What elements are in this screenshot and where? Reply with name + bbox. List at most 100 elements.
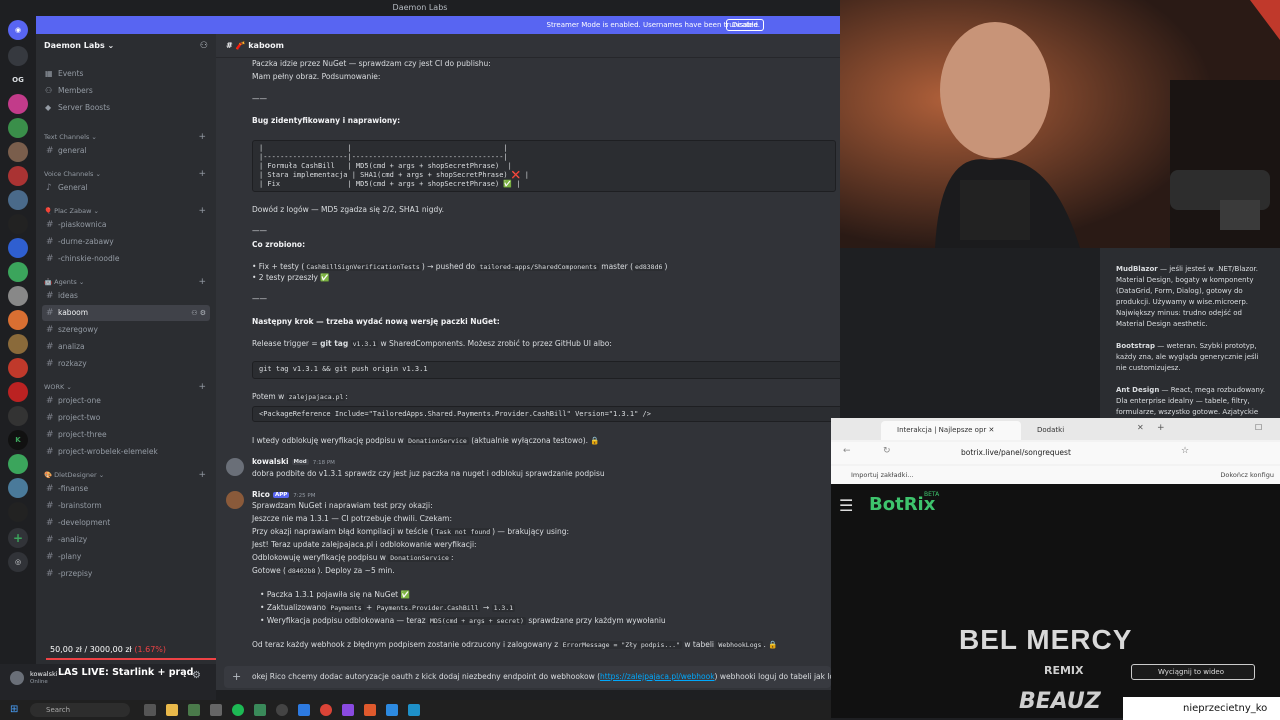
message-author[interactable]: kowalski Mod 7:18 PM [252,457,335,466]
taskview-icon[interactable] [144,704,156,716]
events-item[interactable]: ▦ Events [42,66,210,82]
server-og[interactable]: OG [8,70,28,90]
server-icon[interactable] [8,478,28,498]
hamburger-icon[interactable]: ☰ [839,496,853,515]
bookmark-item[interactable]: Dokończ konfigu [1220,466,1274,484]
app-icon[interactable] [254,704,266,716]
channel-przepisy[interactable]: # -przepisy [42,566,210,582]
channel-development[interactable]: # -development [42,515,210,531]
explorer-icon[interactable] [166,704,178,716]
server-icon[interactable] [8,406,28,426]
discover-icon[interactable]: ◎ [8,552,28,572]
server-icon[interactable] [8,46,28,66]
guild-header[interactable]: Daemon Labs ⌄ ⚇ [36,34,216,58]
channel-brainstorm[interactable]: # -brainstorm [42,498,210,514]
close-icon[interactable]: ✕ [989,426,995,434]
channel-chinskie-noodle[interactable]: # -chinskie-noodle [42,251,210,267]
server-icon[interactable] [8,310,28,330]
app-icon[interactable] [408,704,420,716]
category-plac-zabaw[interactable]: 🎈 Plac Zabaw ⌄ + [44,205,208,217]
pip-button[interactable]: Wyciągnij to wideo [1131,664,1255,680]
server-icon[interactable] [8,262,28,282]
category-work[interactable]: WORK ⌄ + [44,381,208,393]
message-input[interactable]: + okej Rico chcemy dodac autoryzacje oau… [224,666,831,688]
channel-project-three[interactable]: # project-three [42,427,210,443]
channel-finanse[interactable]: # -finanse [42,481,210,497]
channel-kaboom[interactable]: # kaboom ⚇ ⚙ [42,305,210,321]
channel-plany[interactable]: # -plany [42,549,210,565]
star-icon[interactable]: ☆ [1181,446,1189,456]
new-tab-icon[interactable]: + [1157,423,1165,433]
app-icon[interactable] [342,704,354,716]
channel-general[interactable]: # general [42,143,210,159]
app-icon[interactable] [210,704,222,716]
add-channel-icon[interactable]: + [198,131,206,143]
add-channel-icon[interactable]: + [198,168,206,180]
category-dletdesigner[interactable]: 🎨 DletDesigner ⌄ + [44,469,208,481]
server-icon[interactable] [8,94,28,114]
avatar[interactable] [10,671,24,685]
category-agents[interactable]: 🤖 Agents ⌄ + [44,276,208,288]
add-member-icon[interactable]: ⚇ [200,34,208,58]
channel-piaskownica[interactable]: # -piaskownica [42,217,210,233]
add-channel-icon[interactable]: + [198,276,206,288]
app-icon[interactable] [188,704,200,716]
app-icon[interactable] [364,704,376,716]
server-icon[interactable] [8,286,28,306]
category-text-channels[interactable]: Text Channels ⌄ + [44,131,208,143]
channel-ideas[interactable]: # ideas [42,288,210,304]
add-channel-icon[interactable]: + [198,381,206,393]
reload-icon[interactable]: ↻ [883,446,891,456]
bookmark-item[interactable]: Importuj zakładki... [851,471,913,479]
channel-analiza[interactable]: # analiza [42,339,210,355]
channel-analizy[interactable]: # -analizy [42,532,210,548]
server-icon[interactable] [8,142,28,162]
server-icon[interactable] [8,190,28,210]
channel-project-one[interactable]: # project-one [42,393,210,409]
members-item[interactable]: ⚇ Members [42,83,210,99]
message-author[interactable]: Rico APP 7:25 PM [252,490,315,499]
server-icon[interactable] [8,502,28,522]
add-server-icon[interactable]: + [8,528,28,548]
close-icon[interactable]: ✕ [1137,423,1144,432]
category-voice-channels[interactable]: Voice Channels ⌄ + [44,168,208,180]
channel-szeregowy[interactable]: # szeregowy [42,322,210,338]
channel-durne-zabawy[interactable]: # -durne-zabawy [42,234,210,250]
app-icon[interactable] [276,704,288,716]
avatar[interactable] [226,458,244,476]
server-boosts-item[interactable]: ◆ Server Boosts [42,100,210,116]
server-icon[interactable] [8,118,28,138]
gear-icon[interactable]: ⚙ [192,670,201,681]
spotify-icon[interactable] [232,704,244,716]
server-icon[interactable] [8,238,28,258]
attach-plus-icon[interactable]: + [232,666,241,688]
add-channel-icon[interactable]: + [198,469,206,481]
server-icon[interactable] [8,454,28,474]
channel-project-wrobelek[interactable]: # project-wrobelek-elemelek [42,444,210,460]
server-icon[interactable] [8,334,28,354]
channel-rozkazy[interactable]: # rozkazy [42,356,210,372]
back-icon[interactable]: ← [843,446,851,456]
channel-settings-icon[interactable]: ⚇ ⚙ [191,305,206,321]
channel-project-two[interactable]: # project-two [42,410,210,426]
voice-channel-general[interactable]: ♪ General [42,180,210,196]
avatar[interactable] [226,491,244,509]
server-icon[interactable] [8,382,28,402]
windows-start-icon[interactable]: ⊞ [10,704,18,715]
url-field[interactable]: botrix.live/panel/songrequest [961,446,1121,460]
kick-server-icon[interactable]: K [8,430,28,450]
app-icon[interactable] [298,704,310,716]
browser-tab-active[interactable]: Interakcja | Najlepsze opr ✕ [881,421,1021,440]
maximize-icon[interactable]: ☐ [1255,423,1262,432]
discord-home-icon[interactable]: ◉ [8,20,28,40]
browser-tab[interactable]: Dodatki [1021,421,1151,440]
disable-streamer-button[interactable]: Disable [726,19,764,31]
server-icon[interactable] [8,166,28,186]
input-link[interactable]: https://zalejpajaca.pl/webhook [600,672,715,681]
chrome-icon[interactable] [320,704,332,716]
app-icon[interactable] [386,704,398,716]
server-icon[interactable] [8,214,28,234]
server-icon[interactable] [8,358,28,378]
taskbar-search[interactable]: Search [30,703,130,717]
add-channel-icon[interactable]: + [198,205,206,217]
